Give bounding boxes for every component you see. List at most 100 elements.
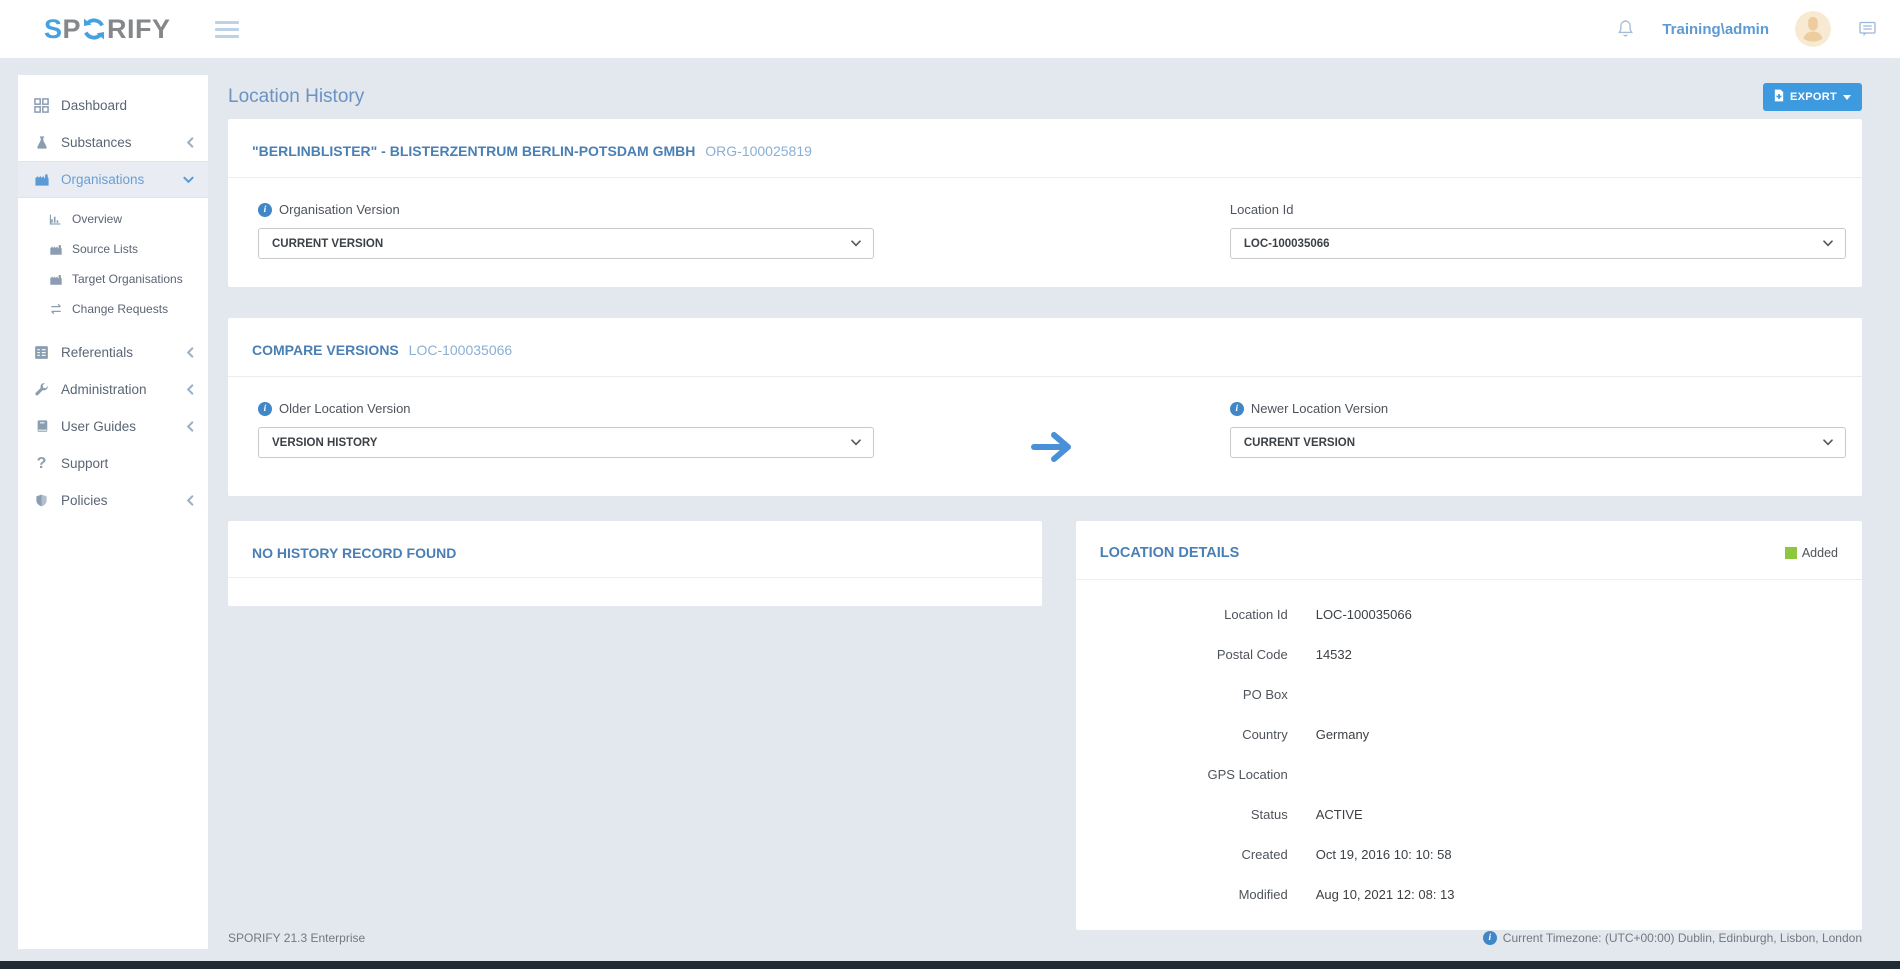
newer-version-select[interactable]: CURRENT VERSION <box>1230 427 1846 458</box>
chevron-down-icon <box>183 176 194 184</box>
detail-label: GPS Location <box>1076 767 1288 782</box>
sidebar-item-policies[interactable]: Policies <box>18 482 208 519</box>
menu-toggle-icon[interactable] <box>211 17 243 42</box>
newer-version-value: CURRENT VERSION <box>1244 437 1355 449</box>
sidebar-item-label: Overview <box>72 212 122 226</box>
sidebar-item-label: Policies <box>61 493 186 508</box>
detail-label: Postal Code <box>1076 647 1288 662</box>
sidebar-item-change-requests[interactable]: Change Requests <box>18 294 208 324</box>
added-legend: Added <box>1785 546 1838 560</box>
compare-versions-title: COMPARE VERSIONS <box>252 342 399 358</box>
sidebar-item-label: Organisations <box>61 172 183 187</box>
sidebar-item-label: Dashboard <box>61 98 194 113</box>
no-history-card: NO HISTORY RECORD FOUND <box>228 521 1042 606</box>
list-panel-icon <box>33 345 50 360</box>
select-chevron-icon <box>851 240 861 247</box>
detail-label: PO Box <box>1076 687 1288 702</box>
detail-row-gps-location: GPS Location <box>1076 754 1838 794</box>
sidebar-item-support[interactable]: ? Support <box>18 445 208 482</box>
detail-label: Created <box>1076 847 1288 862</box>
chevron-left-icon <box>186 347 194 358</box>
chevron-left-icon <box>186 495 194 506</box>
detail-row-modified: Modified Aug 10, 2021 12: 08: 13 <box>1076 874 1838 914</box>
sidebar-item-referentials[interactable]: Referentials <box>18 334 208 371</box>
older-version-select[interactable]: VERSION HISTORY <box>258 427 874 458</box>
sidebar-item-label: Administration <box>61 382 186 397</box>
factory-icon <box>48 273 63 286</box>
sidebar-item-dashboard[interactable]: Dashboard <box>18 87 208 124</box>
app-window: SP RIFY <box>0 0 1900 969</box>
chevron-left-icon <box>186 137 194 148</box>
sidebar-item-overview[interactable]: Overview <box>18 204 208 234</box>
sidebar-item-organisations[interactable]: Organisations <box>18 161 208 198</box>
detail-row-location-id: Location Id LOC-100035066 <box>1076 594 1838 634</box>
detail-value: Aug 10, 2021 12: 08: 13 <box>1316 887 1838 902</box>
page-footer: SPORIFY 21.3 Enterprise i Current Timezo… <box>228 921 1862 955</box>
chevron-left-icon <box>186 421 194 432</box>
organisations-submenu: Overview Source Lists Target Organisatio… <box>18 198 208 334</box>
book-icon <box>33 419 50 434</box>
export-button[interactable]: EXPORT <box>1763 83 1862 111</box>
user-menu[interactable]: Training\admin <box>1662 21 1769 38</box>
sidebar-item-substances[interactable]: Substances <box>18 124 208 161</box>
detail-row-status: Status ACTIVE <box>1076 794 1838 834</box>
sidebar-item-label: Source Lists <box>72 242 138 256</box>
question-mark-icon: ? <box>33 456 50 472</box>
sidebar-item-administration[interactable]: Administration <box>18 371 208 408</box>
factory-icon <box>48 243 63 256</box>
organisation-id: ORG-100025819 <box>705 143 812 159</box>
detail-label: Location Id <box>1076 607 1288 622</box>
location-details-title: LOCATION DETAILS <box>1100 545 1240 561</box>
organisation-version-select[interactable]: CURRENT VERSION <box>258 228 874 259</box>
detail-row-postal-code: Postal Code 14532 <box>1076 634 1838 674</box>
flask-icon <box>33 135 50 150</box>
sporify-logo[interactable]: SP RIFY <box>44 14 171 45</box>
compare-versions-card: COMPARE VERSIONS LOC-100035066 i Older L… <box>228 318 1862 496</box>
compare-location-id: LOC-100035066 <box>409 342 513 358</box>
info-icon[interactable]: i <box>258 402 272 416</box>
swap-arrows-icon <box>48 303 63 315</box>
feedback-chat-icon[interactable] <box>1857 19 1878 39</box>
wrench-icon <box>33 382 50 397</box>
organisation-title: "BERLINBLISTER" - BLISTERZENTRUM BERLIN-… <box>252 143 695 159</box>
sidebar-item-user-guides[interactable]: User Guides <box>18 408 208 445</box>
older-version-value: VERSION HISTORY <box>272 437 377 449</box>
app-version-text: SPORIFY 21.3 Enterprise <box>228 931 365 945</box>
location-id-select[interactable]: LOC-100035066 <box>1230 228 1846 259</box>
sidebar-item-target-organisations[interactable]: Target Organisations <box>18 264 208 294</box>
select-chevron-icon <box>851 439 861 446</box>
detail-row-po-box: PO Box <box>1076 674 1838 714</box>
timezone-info-icon: i <box>1483 931 1497 945</box>
detail-label: Modified <box>1076 887 1288 902</box>
sidebar-item-label: Referentials <box>61 345 186 360</box>
added-legend-label: Added <box>1802 546 1838 560</box>
factory-icon <box>33 172 50 187</box>
select-chevron-icon <box>1823 240 1833 247</box>
timezone-text: Current Timezone: (UTC+00:00) Dublin, Ed… <box>1503 931 1862 945</box>
detail-label: Country <box>1076 727 1288 742</box>
select-chevron-icon <box>1823 439 1833 446</box>
added-color-swatch <box>1785 547 1797 559</box>
location-id-value: LOC-100035066 <box>1244 238 1330 250</box>
organisation-version-label: Organisation Version <box>279 202 400 217</box>
export-button-label: EXPORT <box>1790 91 1837 103</box>
notifications-bell-icon[interactable] <box>1615 18 1636 40</box>
sidebar-item-label: User Guides <box>61 419 186 434</box>
user-avatar[interactable] <box>1795 11 1831 47</box>
top-header: SP RIFY <box>0 0 1900 58</box>
logo-letter-s: S <box>44 14 63 45</box>
location-details-card: LOCATION DETAILS Added Location Id LOC-1… <box>1076 521 1862 930</box>
detail-value: ACTIVE <box>1316 807 1838 822</box>
info-icon[interactable]: i <box>258 203 272 217</box>
detail-label: Status <box>1076 807 1288 822</box>
logo-letters-rify: RIFY <box>107 14 171 45</box>
sidebar-item-label: Target Organisations <box>72 272 183 286</box>
sidebar-item-label: Support <box>61 456 194 471</box>
export-file-icon <box>1774 89 1784 105</box>
logo-refresh-o-icon <box>81 17 107 41</box>
detail-row-country: Country Germany <box>1076 714 1838 754</box>
info-icon[interactable]: i <box>1230 402 1244 416</box>
detail-value: 14532 <box>1316 647 1838 662</box>
sidebar-item-source-lists[interactable]: Source Lists <box>18 234 208 264</box>
no-history-title: NO HISTORY RECORD FOUND <box>252 545 456 561</box>
